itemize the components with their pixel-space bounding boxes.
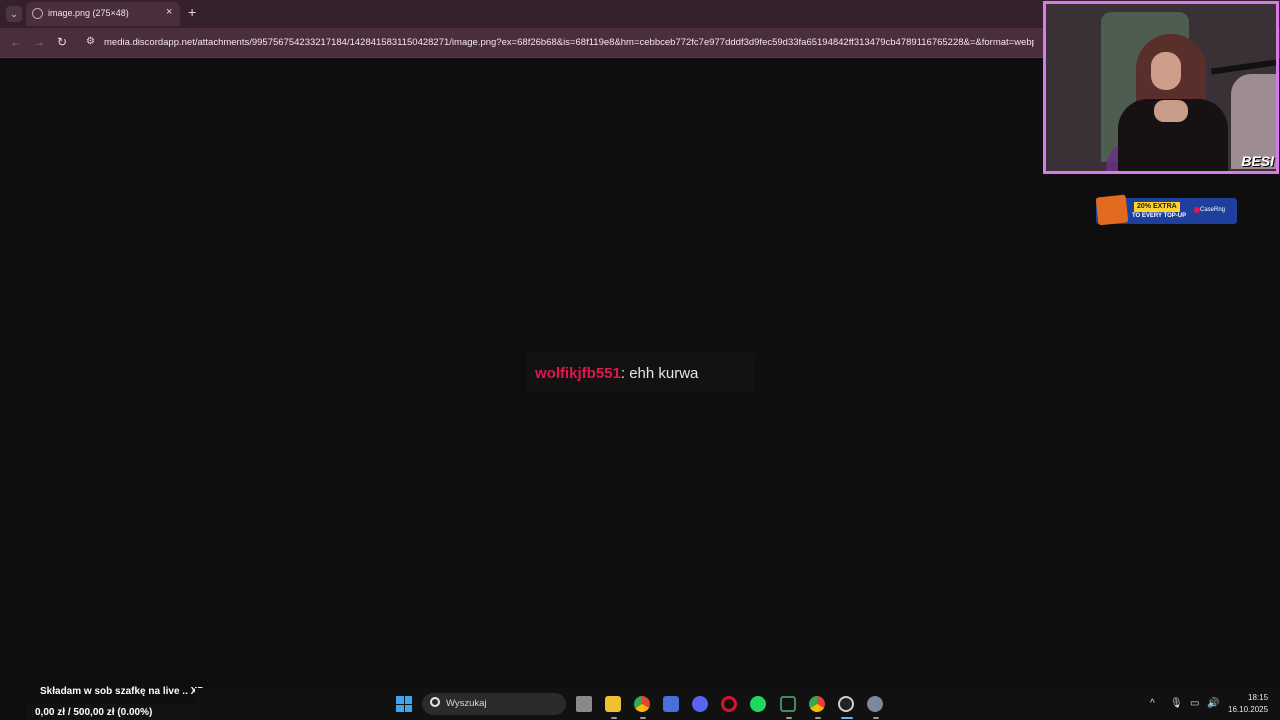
site-info-icon[interactable]: ⚙ [86, 36, 98, 48]
goal-separator: / [67, 707, 71, 718]
promo-banner: 20% EXTRA TO EVERY TOP-UP CaseRng [1095, 194, 1237, 226]
search-placeholder: Wyszukaj [446, 698, 487, 709]
chat-text: : ehh kurwa [620, 365, 699, 382]
opera-icon[interactable] [721, 696, 737, 712]
webcam-person-face [1151, 52, 1181, 90]
file-explorer-icon[interactable] [605, 696, 621, 712]
app-running-indicator [640, 717, 646, 719]
goal-percent: (0.00%) [117, 707, 153, 718]
chrome-icon[interactable] [634, 696, 650, 712]
goal-progress-text: 0,00 zł / 500,00 zł (0.00%) [35, 707, 152, 718]
back-icon[interactable]: ← [10, 35, 22, 49]
microphone-icon[interactable]: 🎙 [1170, 698, 1183, 709]
chat-message: wolfikjfb551: ehh kurwa [535, 365, 698, 382]
streamer-tag: BESI [1241, 153, 1274, 169]
reload-icon[interactable]: ↻ [57, 35, 67, 49]
clock-time[interactable]: 18:15 [1248, 693, 1268, 702]
windows-start-icon[interactable] [396, 696, 412, 712]
gift-card-icon [1095, 194, 1129, 226]
app-running-indicator [611, 717, 617, 719]
new-tab-button[interactable]: + [188, 4, 196, 20]
app-running-indicator [873, 717, 879, 719]
display-icon[interactable]: ▭ [1190, 698, 1199, 709]
spotify-icon[interactable] [750, 696, 766, 712]
discord-icon[interactable] [692, 696, 708, 712]
chat-image: wolfikjfb551: ehh kurwa [526, 353, 755, 393]
excel-icon[interactable] [780, 696, 796, 712]
taskbar-search[interactable]: Wyszukaj [422, 693, 566, 715]
chat-username: wolfikjfb551 [535, 365, 621, 382]
promo-brand: CaseRng [1200, 207, 1226, 213]
volume-icon[interactable]: 🔊 [1207, 698, 1219, 709]
screen: ⌄ image.png (275×48) × + ← → ↻ ⚙ media.d… [0, 0, 1280, 720]
settings-icon[interactable] [867, 696, 883, 712]
search-icon [430, 697, 440, 707]
taskbar: Wyszukaj ^ 🎙 ▭ 🔊 18:15 16.10.2025 [195, 688, 1280, 720]
tab-title: image.png (275×48) [48, 8, 129, 18]
address-bar[interactable]: media.discordapp.net/attachments/9957567… [104, 37, 1034, 48]
tab-image[interactable]: image.png (275×48) × [26, 2, 180, 26]
tray-overflow-icon[interactable]: ^ [1150, 698, 1155, 709]
goal-target: 500,00 zł [73, 707, 115, 718]
obs-icon[interactable] [838, 696, 854, 712]
tab-list-button[interactable]: ⌄ [6, 6, 22, 22]
calculator-icon[interactable] [663, 696, 679, 712]
promo-subtitle: TO EVERY TOP-UP [1132, 213, 1187, 219]
clock-date[interactable]: 16.10.2025 [1228, 705, 1268, 714]
webcam-overlay: BESI [1043, 1, 1279, 174]
goal-current: 0,00 zł [35, 707, 66, 718]
webcam-person-hands [1154, 100, 1188, 122]
goal-title: Składam w sob szafkę na live .. XD [40, 686, 205, 697]
app-running-indicator [815, 717, 821, 719]
globe-icon [32, 8, 43, 19]
chrome-profile-icon[interactable] [809, 696, 825, 712]
forward-icon[interactable]: → [33, 35, 45, 49]
promo-badge: 20% EXTRA [1134, 202, 1180, 212]
task-view-icon[interactable] [576, 696, 592, 712]
goal-progress-bar: 0,00 zł / 500,00 zł (0.00%) [26, 704, 195, 720]
app-active-indicator [841, 717, 853, 719]
app-running-indicator [786, 717, 792, 719]
close-tab-icon[interactable]: × [166, 6, 172, 18]
